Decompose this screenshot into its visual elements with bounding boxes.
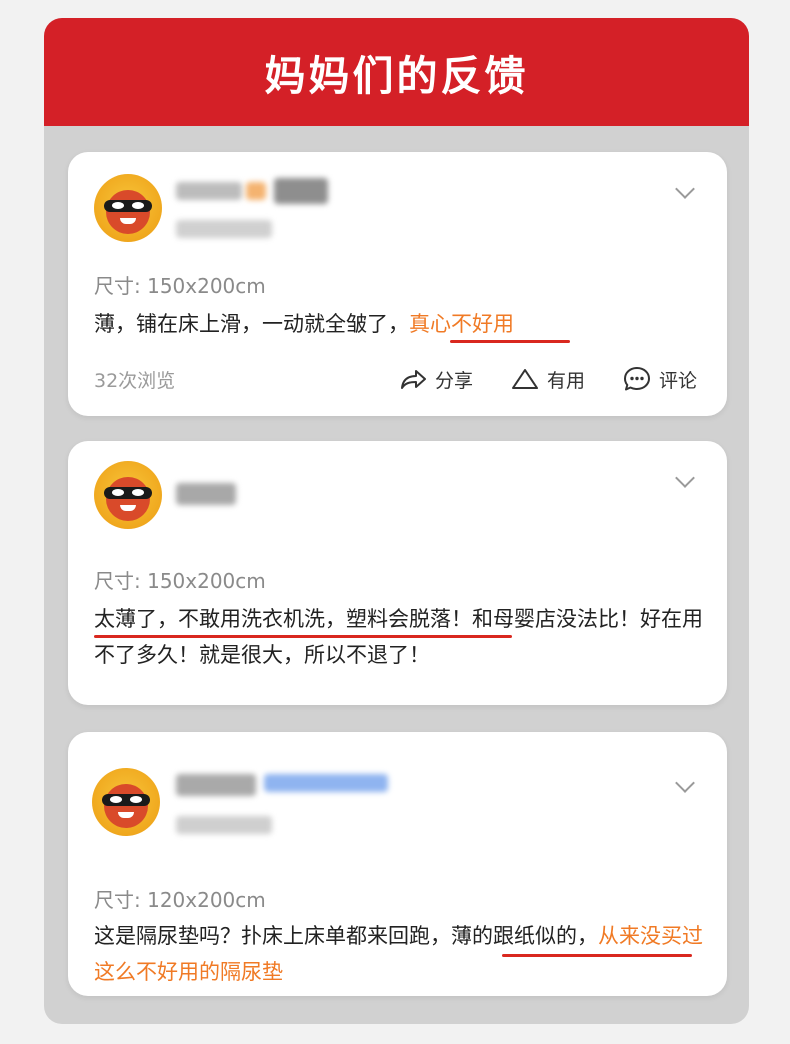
avatar-eye xyxy=(132,202,144,209)
avatar-eye xyxy=(110,796,122,803)
blurred-date xyxy=(176,816,272,834)
blurred-badge xyxy=(246,182,266,200)
highlight-underline xyxy=(450,340,570,343)
blurred-username xyxy=(176,483,236,505)
feedback-panel: 妈妈们的反馈 尺寸: 150x200cm 薄，铺在床上滑，一动就全皱了，真心不好… xyxy=(44,18,749,1024)
comment-button[interactable]: 评论 xyxy=(623,366,697,393)
chevron-down-icon[interactable] xyxy=(675,468,695,488)
useful-label: 有用 xyxy=(546,369,585,392)
blurred-badge xyxy=(264,774,388,792)
triangle-icon xyxy=(511,369,538,389)
avatar[interactable] xyxy=(94,174,162,242)
share-icon xyxy=(400,370,426,389)
review-card-3: 尺寸: 120x200cm 这是隔尿垫吗？扑床上床单都来回跑，薄的跟纸似的，从来… xyxy=(68,732,727,996)
chevron-down-icon[interactable] xyxy=(675,773,695,793)
comment-label: 评论 xyxy=(658,369,697,392)
highlight-underline xyxy=(502,954,692,957)
share-label: 分享 xyxy=(434,369,473,392)
blurred-username xyxy=(176,182,242,200)
review-card-1: 尺寸: 150x200cm 薄，铺在床上滑，一动就全皱了，真心不好用 32次浏览… xyxy=(68,152,727,416)
review-text-highlight: 真心不好用 xyxy=(409,312,514,336)
avatar-eye xyxy=(130,796,142,803)
panel-header: 妈妈们的反馈 xyxy=(44,18,749,126)
avatar[interactable] xyxy=(94,461,162,529)
blurred-username xyxy=(274,178,328,204)
review-text-plain: 薄，铺在床上滑，一动就全皱了， xyxy=(94,312,409,336)
comment-icon xyxy=(623,367,650,391)
share-button[interactable]: 分享 xyxy=(399,366,473,393)
avatar-eye xyxy=(112,489,124,496)
avatar-eye xyxy=(112,202,124,209)
size-label: 尺寸: 120x200cm xyxy=(94,888,266,912)
useful-button[interactable]: 有用 xyxy=(511,366,585,393)
avatar-face xyxy=(104,784,148,828)
avatar-face xyxy=(106,477,150,521)
size-label: 尺寸: 150x200cm xyxy=(94,569,266,593)
highlight-underline xyxy=(94,635,512,638)
avatar-face xyxy=(106,190,150,234)
blurred-date xyxy=(176,220,272,238)
review-footer: 32次浏览 分享 有用 评论 xyxy=(94,364,697,394)
size-label: 尺寸: 150x200cm xyxy=(94,274,266,298)
avatar[interactable] xyxy=(92,768,160,836)
review-card-2: 尺寸: 150x200cm 太薄了，不敢用洗衣机洗，塑料会脱落！和母婴店没法比！… xyxy=(68,441,727,705)
review-text: 薄，铺在床上滑，一动就全皱了，真心不好用 xyxy=(94,306,703,342)
view-count: 32次浏览 xyxy=(94,369,176,392)
review-text-plain: 这是隔尿垫吗？扑床上床单都来回跑，薄的跟纸似的， xyxy=(94,924,598,948)
chevron-down-icon[interactable] xyxy=(675,179,695,199)
blurred-username xyxy=(176,774,256,796)
page-title: 妈妈们的反馈 xyxy=(264,52,529,100)
avatar-eye xyxy=(132,489,144,496)
